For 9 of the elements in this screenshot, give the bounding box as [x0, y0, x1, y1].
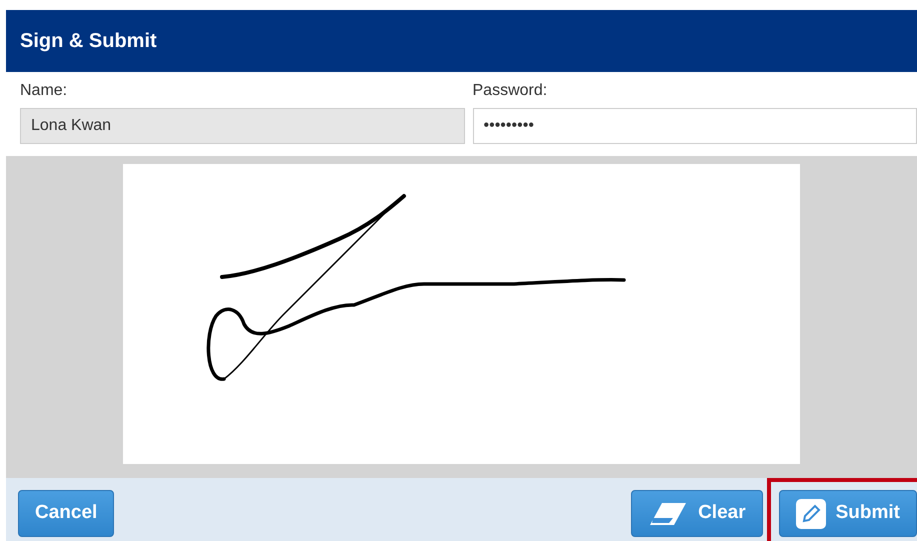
field-label: Name: [20, 81, 68, 101]
field-label: Password: [472, 81, 548, 101]
dialog-title: Sign & Submit [6, 10, 917, 72]
cancel-button[interactable]: Cancel [18, 490, 114, 537]
submit-button[interactable]: Submit [778, 490, 917, 537]
password-field[interactable]: ••••••••• [472, 108, 917, 144]
pencil-icon [796, 498, 826, 528]
clear-button[interactable]: Clear [631, 490, 763, 537]
eraser-icon [648, 500, 688, 526]
